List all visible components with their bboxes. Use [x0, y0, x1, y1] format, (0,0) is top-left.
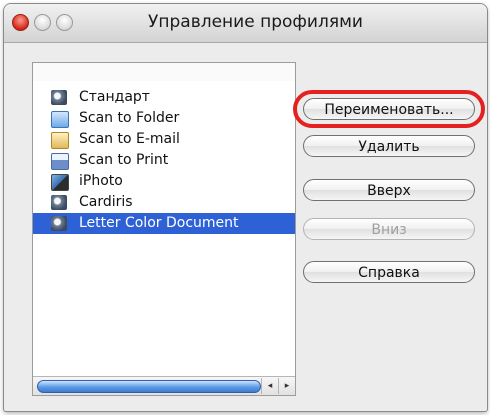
folder-icon — [51, 111, 69, 128]
email-icon — [51, 132, 69, 149]
scroll-left-button[interactable]: ◂ — [261, 378, 278, 394]
title-bar: Управление профилями — [4, 4, 487, 43]
move-up-button[interactable]: Вверх — [303, 179, 475, 201]
profile-item-label: Scan to Folder — [79, 110, 180, 126]
horizontal-scrollbar[interactable]: ◂ ▸ — [33, 376, 295, 395]
profile-list-header — [32, 62, 296, 82]
profile-item-letter-color-document[interactable]: Letter Color Document — [33, 213, 295, 234]
profile-item-label: Cardiris — [79, 194, 133, 210]
move-down-button[interactable]: Вниз — [303, 218, 475, 240]
scroll-right-button[interactable]: ▸ — [278, 378, 295, 394]
profile-item-scan-to-print[interactable]: Scan to Print — [33, 150, 295, 171]
cardiris-icon — [51, 90, 67, 105]
cardiris-icon — [51, 195, 67, 210]
profile-item-label: Стандарт — [79, 89, 150, 105]
profile-item-scan-to-email[interactable]: Scan to E-mail — [33, 129, 295, 150]
profile-item-label: Scan to Print — [79, 152, 169, 168]
profile-item-label: iPhoto — [79, 173, 123, 189]
printer-icon — [51, 153, 69, 170]
iphoto-icon — [51, 174, 69, 191]
scrollbar-thumb[interactable] — [37, 380, 261, 393]
profile-item-iphoto[interactable]: iPhoto — [33, 171, 295, 192]
profile-item-label: Letter Color Document — [79, 215, 239, 231]
cardiris-icon — [51, 216, 67, 231]
profile-item-cardiris[interactable]: Cardiris — [33, 192, 295, 213]
profile-item-label: Scan to E-mail — [79, 131, 180, 147]
profile-manager-window: Управление профилями Стандарт Scan to Fo… — [4, 4, 487, 411]
window-title: Управление профилями — [148, 12, 363, 32]
rename-button[interactable]: Переименовать... — [303, 98, 475, 120]
profile-list[interactable]: Стандарт Scan to Folder Scan to E-mail S… — [32, 81, 296, 396]
profile-item-standard[interactable]: Стандарт — [33, 87, 295, 108]
profile-item-scan-to-folder[interactable]: Scan to Folder — [33, 108, 295, 129]
help-button[interactable]: Справка — [303, 261, 475, 283]
delete-button[interactable]: Удалить — [303, 135, 475, 157]
